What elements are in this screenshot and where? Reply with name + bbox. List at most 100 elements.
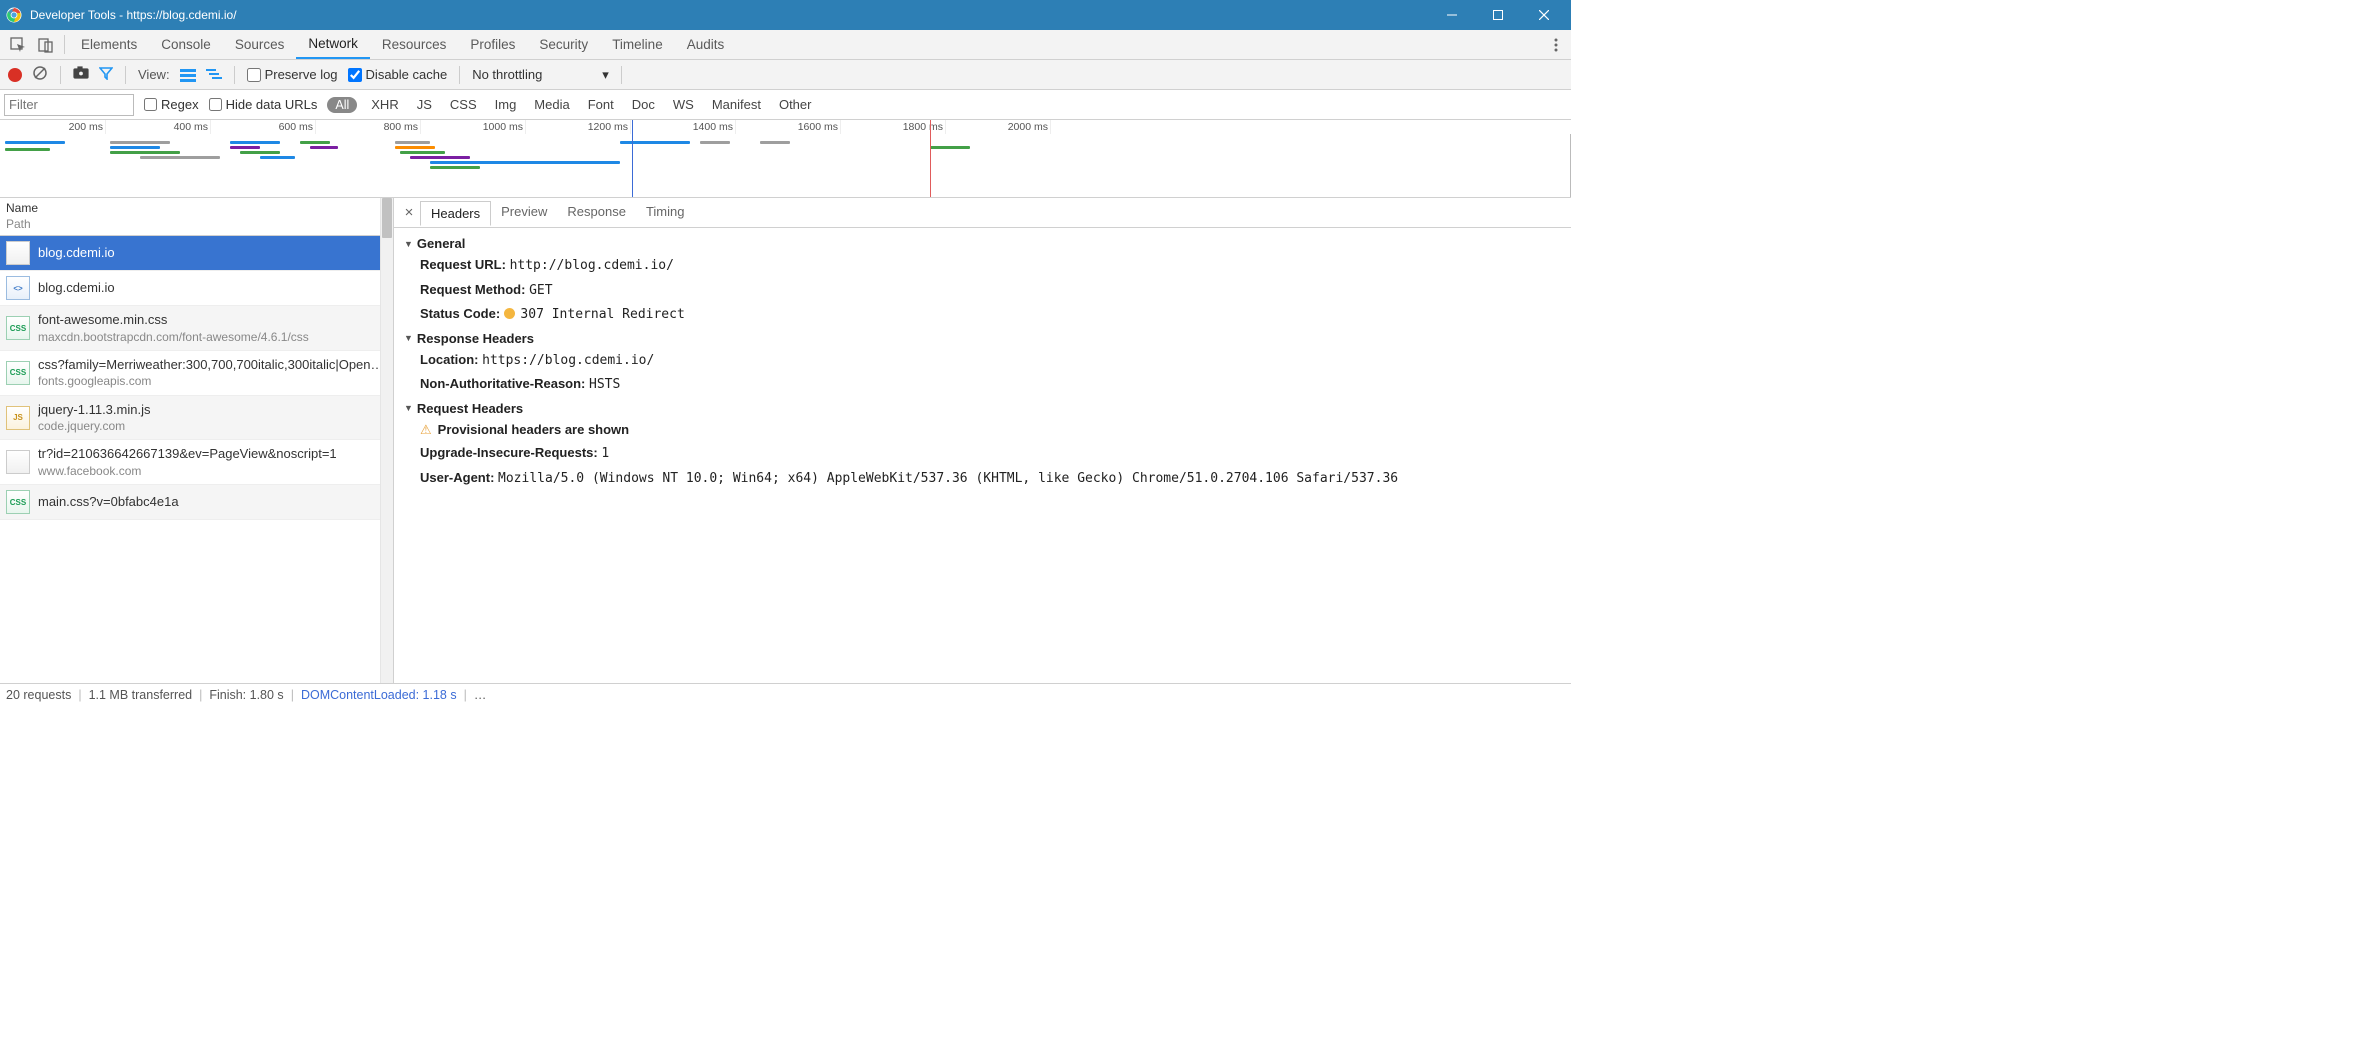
timeline-tick: 600 ms <box>279 121 315 133</box>
doc-file-icon <box>6 450 30 474</box>
main-tab-bar: ElementsConsoleSourcesNetworkResourcesPr… <box>0 30 1571 60</box>
minimize-button[interactable] <box>1429 0 1475 30</box>
disable-cache-label: Disable cache <box>366 67 448 82</box>
request-row[interactable]: tr?id=210636642667139&ev=PageView&noscri… <box>0 440 393 485</box>
more-menu-icon[interactable] <box>1541 30 1571 59</box>
tab-network[interactable]: Network <box>296 30 370 59</box>
filter-icon[interactable] <box>99 66 113 83</box>
regex-label: Regex <box>161 97 199 112</box>
details-tab-response[interactable]: Response <box>557 200 636 225</box>
timeline-bar <box>5 148 50 151</box>
inspect-element-icon[interactable] <box>4 30 32 59</box>
record-button[interactable] <box>8 68 22 82</box>
filter-type-font[interactable]: Font <box>584 97 618 112</box>
request-list-header: Name Path <box>0 198 393 236</box>
request-path: maxcdn.bootstrapcdn.com/font-awesome/4.6… <box>38 329 309 345</box>
details-tab-headers[interactable]: Headers <box>420 201 491 226</box>
tab-resources[interactable]: Resources <box>370 30 459 59</box>
regex-checkbox[interactable]: Regex <box>144 97 199 112</box>
clear-button[interactable] <box>32 65 48 84</box>
filter-type-img[interactable]: Img <box>491 97 521 112</box>
provisional-warning: ⚠ Provisional headers are shown <box>404 418 629 442</box>
filter-type-js[interactable]: JS <box>413 97 436 112</box>
filter-input[interactable] <box>4 94 134 116</box>
filter-type-css[interactable]: CSS <box>446 97 481 112</box>
status-more: … <box>474 688 487 702</box>
details-tab-timing[interactable]: Timing <box>636 200 695 225</box>
tab-elements[interactable]: Elements <box>69 30 149 59</box>
request-name: font-awesome.min.css <box>38 311 309 329</box>
timeline-tick: 2000 ms <box>1008 121 1050 133</box>
filter-type-doc[interactable]: Doc <box>628 97 659 112</box>
headers-body: General Request URL: http://blog.cdemi.i… <box>394 228 1571 683</box>
request-details-panel: × HeadersPreviewResponseTiming General R… <box>394 198 1571 683</box>
device-toolbar-icon[interactable] <box>32 30 60 59</box>
general-section-header[interactable]: General <box>404 232 1561 253</box>
preserve-log-checkbox[interactable]: Preserve log <box>247 67 338 82</box>
response-nar: Non-Authoritative-Reason: HSTS <box>404 372 1561 397</box>
request-row[interactable]: CSSmain.css?v=0bfabc4e1a <box>0 485 393 520</box>
request-row[interactable]: CSSfont-awesome.min.cssmaxcdn.bootstrapc… <box>0 306 393 351</box>
timeline-tick: 1000 ms <box>483 121 525 133</box>
tab-timeline[interactable]: Timeline <box>600 30 675 59</box>
timeline-bar <box>395 141 430 144</box>
request-row[interactable]: blog.cdemi.io <box>0 236 393 271</box>
timeline-tick: 200 ms <box>69 121 105 133</box>
waterfall-view-icon[interactable] <box>206 68 222 82</box>
tab-audits[interactable]: Audits <box>675 30 737 59</box>
chevron-down-icon: ▾ <box>602 67 609 83</box>
request-row[interactable]: <>blog.cdemi.io <box>0 271 393 306</box>
close-details-icon[interactable]: × <box>400 204 418 221</box>
response-headers-section[interactable]: Response Headers <box>404 327 1561 348</box>
request-path: code.jquery.com <box>38 418 150 434</box>
tab-console[interactable]: Console <box>149 30 223 59</box>
request-row[interactable]: CSS css?family=Merriweather:300,700,700it… <box>0 351 393 396</box>
css-file-icon: CSS <box>6 490 30 514</box>
timeline-bar <box>410 156 470 159</box>
request-headers-section[interactable]: Request Headers <box>404 397 1561 418</box>
request-list[interactable]: blog.cdemi.io<>blog.cdemi.ioCSSfont-awes… <box>0 236 393 683</box>
hide-data-urls-checkbox[interactable]: Hide data URLs <box>209 97 318 112</box>
request-name: css?family=Merriweather:300,700,700itali… <box>38 356 387 374</box>
warning-icon: ⚠ <box>420 420 432 440</box>
window-titlebar: Developer Tools - https://blog.cdemi.io/ <box>0 0 1571 30</box>
request-name: tr?id=210636642667139&ev=PageView&noscri… <box>38 445 337 463</box>
filter-type-manifest[interactable]: Manifest <box>708 97 765 112</box>
capture-screenshots-icon[interactable] <box>73 66 89 83</box>
upgrade-insecure-requests: Upgrade-Insecure-Requests: 1 <box>404 441 1561 466</box>
maximize-button[interactable] <box>1475 0 1521 30</box>
filter-type-other[interactable]: Other <box>775 97 816 112</box>
timeline-tick: 1800 ms <box>903 121 945 133</box>
header-name: Name <box>6 201 387 217</box>
request-row[interactable]: JSjquery-1.11.3.min.jscode.jquery.com <box>0 396 393 441</box>
tab-profiles[interactable]: Profiles <box>458 30 527 59</box>
timeline-bar <box>110 141 170 144</box>
tab-security[interactable]: Security <box>527 30 600 59</box>
filter-type-xhr[interactable]: XHR <box>367 97 402 112</box>
request-name: jquery-1.11.3.min.js <box>38 401 150 419</box>
scrollbar-thumb[interactable] <box>382 198 392 238</box>
timeline-bar <box>5 141 65 144</box>
split-pane: Name Path blog.cdemi.io<>blog.cdemi.ioCS… <box>0 198 1571 683</box>
tab-sources[interactable]: Sources <box>223 30 297 59</box>
filter-type-ws[interactable]: WS <box>669 97 698 112</box>
timeline-bar <box>110 151 180 154</box>
scrollbar[interactable] <box>380 198 393 683</box>
filter-type-media[interactable]: Media <box>530 97 573 112</box>
throttling-value: No throttling <box>472 67 542 82</box>
close-button[interactable] <box>1521 0 1567 30</box>
network-timeline[interactable]: 200 ms400 ms600 ms800 ms1000 ms1200 ms14… <box>0 120 1571 198</box>
disable-cache-checkbox[interactable]: Disable cache <box>348 67 448 82</box>
filter-bar: Regex Hide data URLs All XHR JS CSS Img Medi… <box>0 90 1571 120</box>
html-file-icon: <> <box>6 276 30 300</box>
throttling-select[interactable]: No throttling ▾ <box>472 67 609 83</box>
timeline-bar <box>230 141 280 144</box>
request-path: fonts.googleapis.com <box>38 373 387 389</box>
details-tab-preview[interactable]: Preview <box>491 200 557 225</box>
timeline-tick: 1200 ms <box>588 121 630 133</box>
filter-type-all[interactable]: All <box>327 97 357 113</box>
request-method: Request Method: GET <box>404 278 1561 303</box>
css-file-icon: CSS <box>6 361 30 385</box>
large-rows-icon[interactable] <box>180 68 196 82</box>
status-dcl: DOMContentLoaded: 1.18 s <box>301 688 457 702</box>
